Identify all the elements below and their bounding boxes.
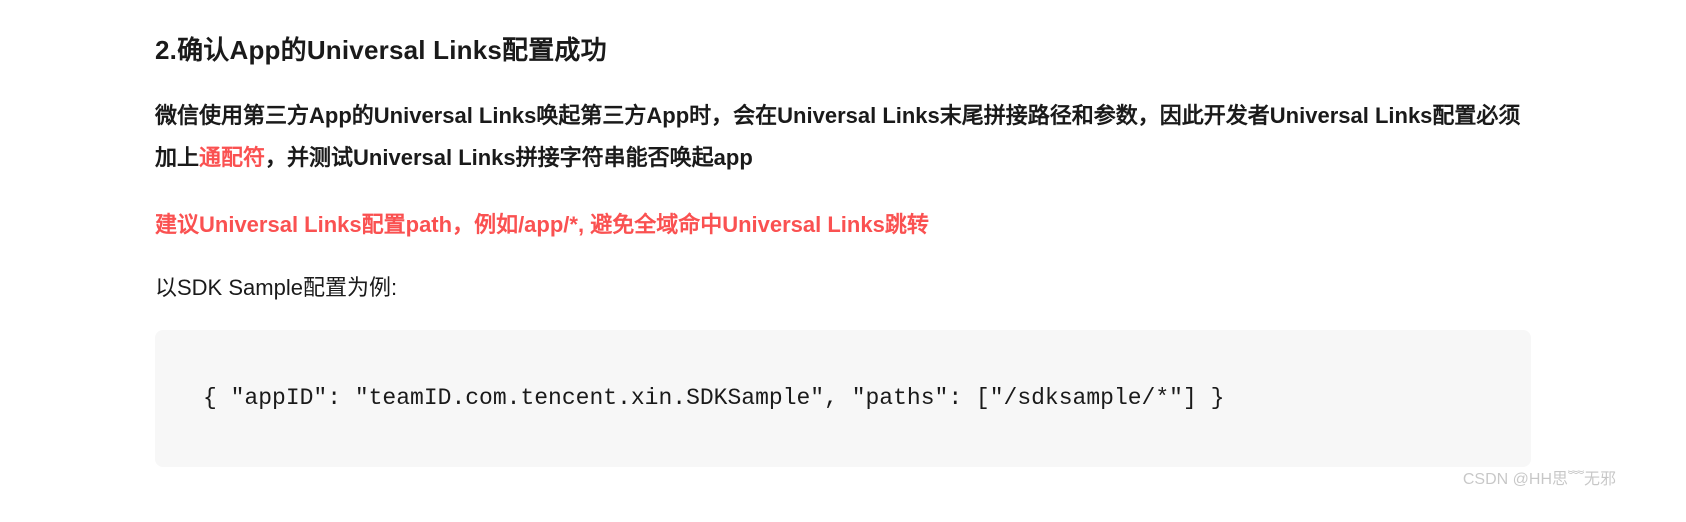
example-label: 以SDK Sample配置为例: [155,270,1531,302]
description-paragraph: 微信使用第三方App的Universal Links唤起第三方App时，会在Un… [155,95,1531,179]
watermark-text: CSDN @HH思﹌无邪 [1463,465,1616,489]
section-heading: 2.确认App的Universal Links配置成功 [155,30,1531,67]
advice-text: 建议Universal Links配置path，例如/app/*, 避免全域命中… [155,205,1531,245]
code-block: { "appID": "teamID.com.tencent.xin.SDKSa… [155,330,1531,467]
paragraph-part2: ，并测试Universal Links拼接字符串能否唤起app [265,145,753,170]
wildcard-highlight: 通配符 [199,145,265,170]
